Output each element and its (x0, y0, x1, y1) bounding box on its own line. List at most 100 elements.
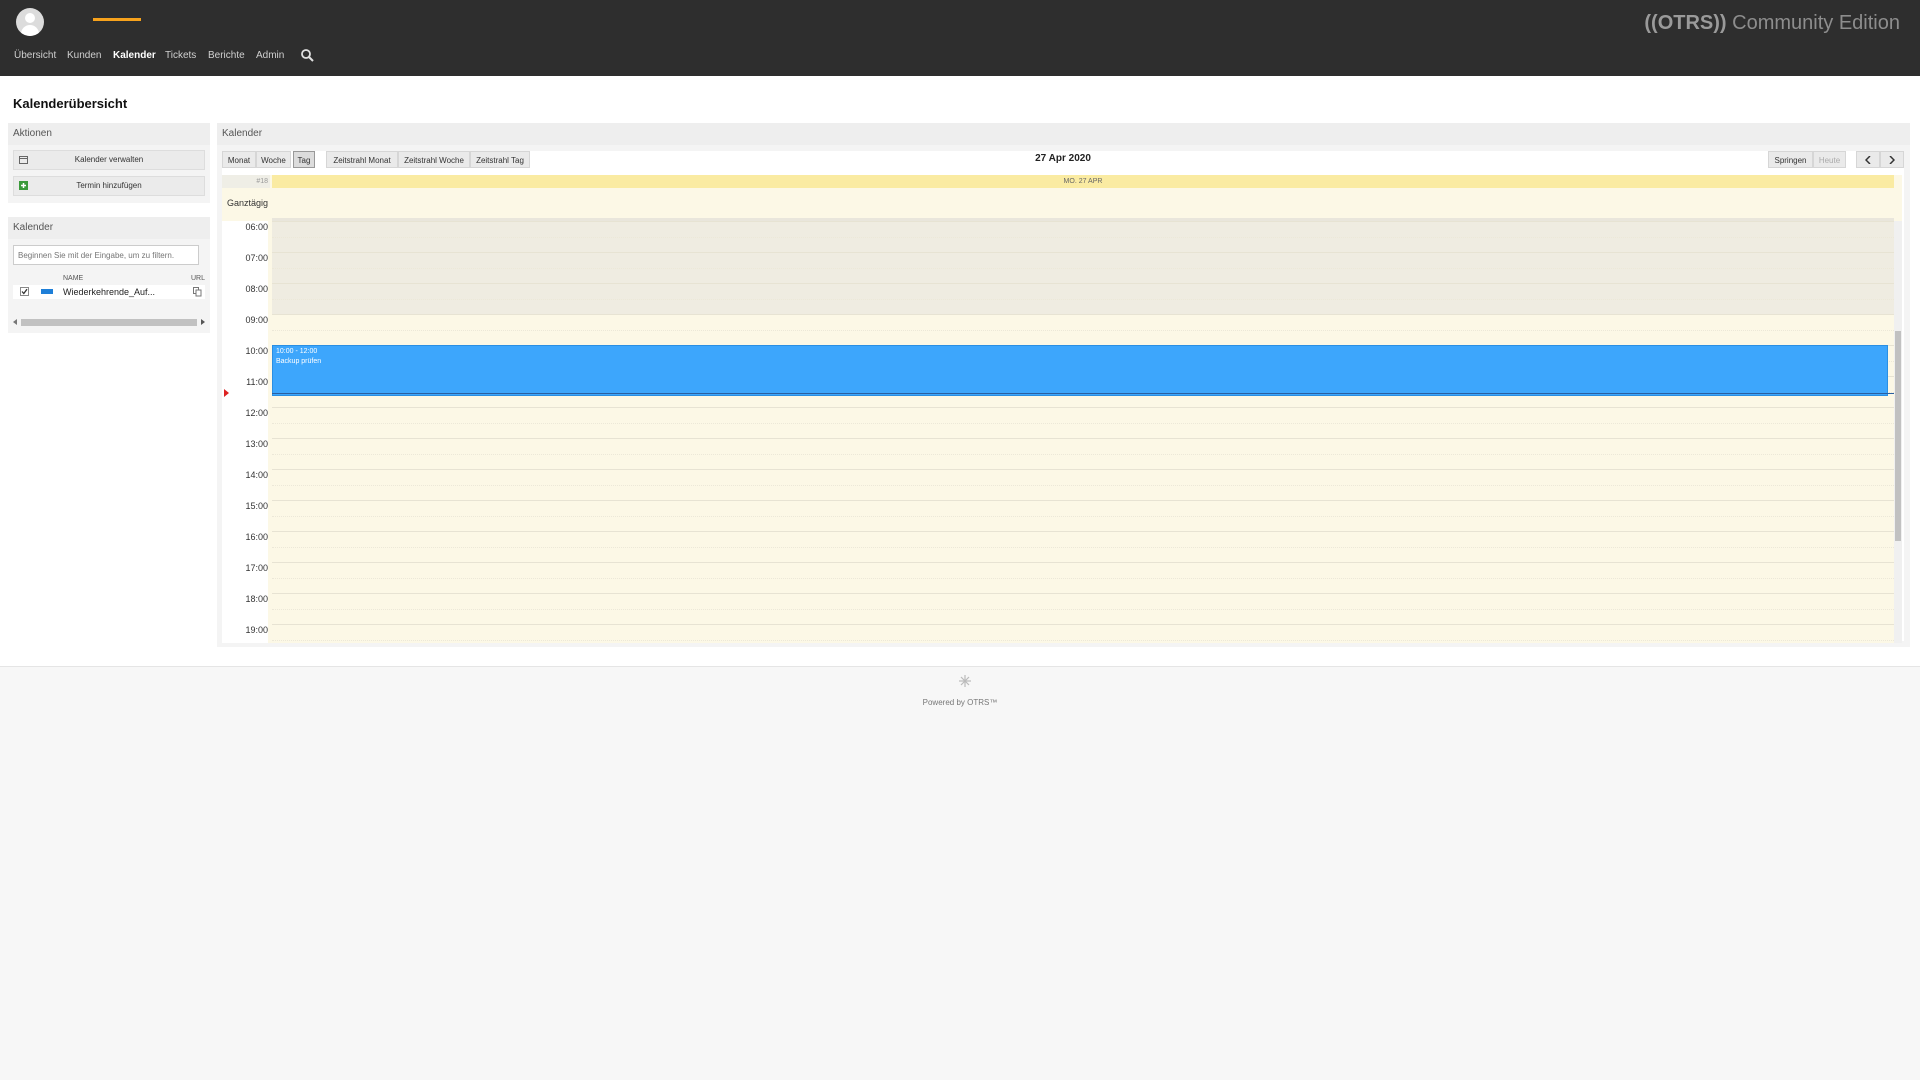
calendar-icon (19, 156, 28, 164)
hour-slot[interactable] (272, 469, 1894, 500)
nav-customers[interactable]: Kunden (67, 50, 101, 61)
hour-slot[interactable] (272, 500, 1894, 531)
hour-label: 18:00 (222, 593, 268, 624)
horizontal-scrollbar[interactable] (13, 317, 205, 327)
calendar-color-swatch (41, 289, 53, 294)
hour-row: 16:00 (222, 531, 1894, 562)
hour-slot[interactable] (272, 531, 1894, 562)
calendars-title: Kalender (8, 217, 210, 239)
manage-calendars-button[interactable]: Kalender verwalten (13, 150, 205, 170)
next-day-button[interactable] (1880, 151, 1904, 168)
hour-row: 06:00 (222, 221, 1894, 252)
hour-label: 06:00 (222, 221, 268, 252)
hour-label: 17:00 (222, 562, 268, 593)
day-header: MO. 27 APR (272, 175, 1894, 188)
hour-label: 12:00 (222, 407, 268, 438)
calendar-visible-checkbox[interactable] (20, 287, 29, 296)
hour-slot[interactable] (272, 283, 1894, 314)
hour-row: 15:00 (222, 500, 1894, 531)
today-button[interactable]: Heute (1813, 151, 1846, 168)
calendar-row: Wiederkehrende_Auf... (13, 285, 205, 299)
hour-label: 08:00 (222, 283, 268, 314)
active-nav-indicator (93, 18, 141, 21)
main-content: Kalenderübersicht Aktionen Kalender verw… (0, 76, 1920, 666)
column-name: NAME (63, 275, 84, 282)
page-title: Kalenderübersicht (13, 96, 128, 111)
hour-slot[interactable] (272, 252, 1894, 283)
hour-row: 18:00 (222, 593, 1894, 624)
manage-calendars-label: Kalender verwalten (74, 155, 144, 164)
copy-url-icon[interactable] (193, 287, 202, 297)
hour-slot[interactable] (272, 407, 1894, 438)
current-time-line (272, 393, 1894, 395)
nav-tickets[interactable]: Tickets (165, 50, 196, 61)
hour-row: 17:00 (222, 562, 1894, 593)
calendar-widget: 27 Apr 2020 Monat Woche Tag Zeitstrahl M… (222, 151, 1904, 643)
hour-label: 15:00 (222, 500, 268, 531)
hour-row: 13:00 (222, 438, 1894, 469)
hour-label: 10:00 (222, 345, 268, 376)
view-timeline-month-button[interactable]: Zeitstrahl Monat (326, 151, 398, 168)
view-day-button[interactable]: Tag (293, 151, 315, 168)
hour-row: 19:00 (222, 624, 1894, 643)
hour-label: 07:00 (222, 252, 268, 283)
vertical-scrollbar[interactable] (1894, 221, 1902, 643)
hour-slot[interactable] (272, 314, 1894, 345)
hour-label: 16:00 (222, 531, 268, 562)
hour-label: 19:00 (222, 624, 268, 643)
view-month-button[interactable]: Monat (222, 151, 256, 168)
jump-button[interactable]: Springen (1768, 151, 1813, 168)
hour-row: 12:00 (222, 407, 1894, 438)
view-week-button[interactable]: Woche (256, 151, 291, 168)
scroll-right-icon[interactable] (200, 319, 205, 325)
view-timeline-day-button[interactable]: Zeitstrahl Tag (470, 151, 530, 168)
nav-calendar[interactable]: Kalender (113, 50, 156, 61)
hour-slot[interactable] (272, 438, 1894, 469)
calendars-panel: Kalender NAME URL Wiederkehrende_Auf... (8, 217, 210, 333)
user-avatar[interactable] (16, 8, 44, 36)
hour-slot[interactable] (272, 221, 1894, 252)
time-grid: 06:00 07:00 08:00 09:00 10:00 11:00 12:00 13:00… (222, 221, 1902, 643)
calendar-panel-title: Kalender (217, 123, 1910, 145)
add-icon (19, 181, 28, 190)
current-time-marker (224, 389, 229, 398)
appointment-event[interactable]: 10:00 - 12:00 Backup prüfen (272, 345, 1888, 396)
hour-row: 09:00 (222, 314, 1894, 345)
otrs-logo-icon (959, 675, 971, 687)
scroll-left-icon[interactable] (13, 319, 18, 325)
chevron-right-icon (1889, 155, 1896, 165)
previous-day-button[interactable] (1856, 151, 1880, 168)
hour-row: 08:00 (222, 283, 1894, 314)
hour-slot[interactable] (272, 593, 1894, 624)
all-day-label: Ganztägig (226, 198, 268, 208)
hour-label: 13:00 (222, 438, 268, 469)
day-grid: #18 MO. 27 APR Ganztägig 06:00 07:00 08:00… (222, 175, 1902, 643)
top-header: ((OTRS)) Community Edition Übersicht Kun… (0, 0, 1920, 76)
calendar-filter-input[interactable] (13, 245, 199, 265)
chevron-left-icon (1864, 155, 1871, 165)
footer-text: Powered by OTRS™ (922, 698, 998, 707)
all-day-slot[interactable] (272, 188, 1894, 221)
hour-row: 07:00 (222, 252, 1894, 283)
add-appointment-button[interactable]: Termin hinzufügen (13, 176, 205, 196)
actions-panel: Aktionen Kalender verwalten Termin hinzu… (8, 123, 210, 203)
brand-logo: ((OTRS)) Community Edition (1644, 12, 1900, 34)
column-url: URL (191, 275, 206, 282)
hour-slot[interactable] (272, 562, 1894, 593)
nav-admin[interactable]: Admin (256, 50, 284, 61)
search-icon[interactable] (300, 48, 314, 62)
actions-title: Aktionen (8, 123, 210, 145)
add-appointment-label: Termin hinzufügen (76, 181, 142, 190)
hour-label: 14:00 (222, 469, 268, 500)
week-number: #18 (222, 175, 270, 188)
hour-label: 09:00 (222, 314, 268, 345)
nav-overview[interactable]: Übersicht (14, 50, 56, 61)
nav-reports[interactable]: Berichte (208, 50, 245, 61)
hour-slot[interactable] (272, 624, 1894, 643)
view-timeline-week-button[interactable]: Zeitstrahl Woche (398, 151, 470, 168)
calendar-panel: Kalender 27 Apr 2020 Monat Woche Tag Zei… (217, 123, 1910, 647)
hour-row: 14:00 (222, 469, 1894, 500)
event-title: Backup prüfen (276, 358, 322, 365)
event-time: 10:00 - 12:00 (276, 348, 318, 355)
footer-divider (0, 666, 1920, 667)
